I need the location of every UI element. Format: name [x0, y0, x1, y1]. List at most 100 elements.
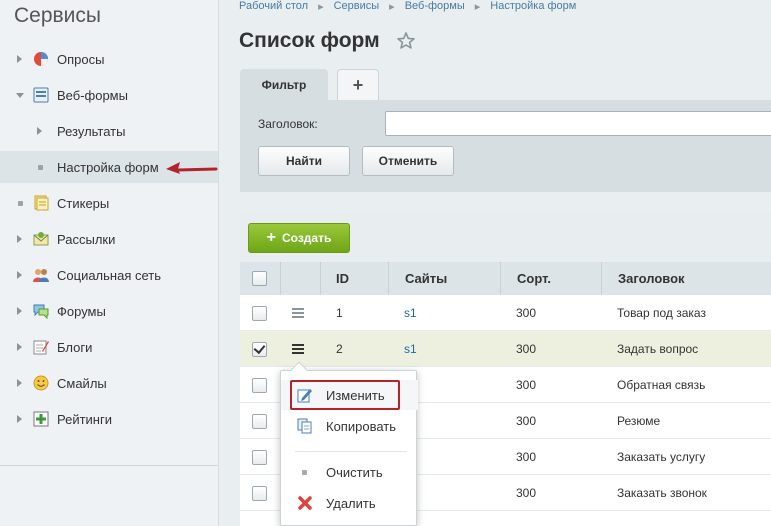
- filter-title-input[interactable]: [385, 111, 771, 136]
- cell-title: Резюме: [617, 414, 661, 428]
- cell-site[interactable]: s1: [404, 331, 417, 367]
- chevron-right-icon[interactable]: [17, 415, 22, 423]
- breadcrumb-separator-icon: ▸: [318, 1, 324, 13]
- sidebar-item-forums[interactable]: Форумы: [0, 295, 218, 327]
- header-title[interactable]: Заголовок: [601, 262, 771, 295]
- cell-title: Заказать звонок: [617, 486, 707, 500]
- breadcrumb-separator-icon: ▸: [389, 1, 395, 13]
- sidebar-item-mailings[interactable]: Рассылки: [0, 223, 218, 255]
- find-button[interactable]: Найти: [258, 146, 350, 176]
- cell-sort: 300: [516, 306, 537, 320]
- sidebar-item-results[interactable]: Результаты: [0, 115, 218, 147]
- chevron-right-icon[interactable]: [17, 235, 22, 243]
- chevron-right-icon[interactable]: [17, 55, 22, 63]
- add-filter-tab-button[interactable]: +: [337, 69, 379, 101]
- page-title: Список форм: [239, 29, 380, 52]
- cell-site[interactable]: s1: [404, 295, 417, 331]
- sidebar-divider: [0, 465, 218, 466]
- cell-sort: 300: [516, 486, 537, 500]
- list-toolbar: + Создать: [240, 214, 771, 262]
- row-checkbox[interactable]: [252, 378, 267, 393]
- sidebar-title: Сервисы: [14, 4, 102, 27]
- breadcrumb: Рабочий стол ▸ Сервисы ▸ Веб-формы ▸ Нас…: [239, 0, 576, 13]
- menu-item-delete[interactable]: Удалить: [281, 488, 418, 518]
- menu-item-clear[interactable]: Очистить: [281, 457, 418, 487]
- chevron-right-icon[interactable]: [17, 379, 22, 387]
- row-checkbox[interactable]: [252, 342, 267, 357]
- sidebar-item-label: Настройка форм: [57, 159, 159, 175]
- delete-icon: [298, 496, 312, 510]
- row-checkbox[interactable]: [252, 414, 267, 429]
- header-actions: [280, 262, 320, 295]
- sidebar-item-label: Результаты: [57, 123, 126, 139]
- breadcrumb-item[interactable]: Рабочий стол: [239, 0, 308, 13]
- create-button[interactable]: + Создать: [248, 223, 350, 253]
- tab-filter[interactable]: Фильтр: [240, 69, 328, 101]
- social-icon: [33, 269, 49, 282]
- create-button-label: Создать: [281, 231, 332, 245]
- row-checkbox[interactable]: [252, 486, 267, 501]
- sidebar-item-label: Стикеры: [57, 195, 110, 211]
- sidebar-item-label: Блоги: [57, 339, 93, 355]
- smile-icon: [33, 375, 49, 391]
- sidebar-item-polls[interactable]: Опросы: [0, 43, 218, 75]
- breadcrumb-item[interactable]: Веб-формы: [405, 0, 465, 13]
- table-row[interactable]: 1 s1 300 Товар под заказ: [240, 295, 771, 331]
- breadcrumb-item[interactable]: Настройка форм: [490, 0, 576, 13]
- cell-sort: 300: [516, 414, 537, 428]
- blog-icon: [33, 340, 49, 355]
- filter-panel: Заголовок: Найти Отменить: [240, 100, 771, 192]
- cell-sort: 300: [516, 342, 537, 356]
- row-checkbox[interactable]: [252, 306, 267, 321]
- sidebar-item-smiles[interactable]: Смайлы: [0, 367, 218, 399]
- menu-item-label: Удалить: [326, 495, 376, 511]
- sidebar-item-webforms[interactable]: Веб-формы: [0, 79, 218, 111]
- row-context-menu: Изменить Копировать Очистить Удалить: [280, 361, 418, 526]
- breadcrumb-separator-icon: ▸: [474, 1, 481, 13]
- sidebar-item-stickers[interactable]: Стикеры: [0, 187, 218, 219]
- header-sort[interactable]: Сорт.: [500, 262, 601, 295]
- sidebar: Сервисы Опросы Веб-формы Результаты Наст…: [0, 0, 219, 526]
- forum-icon: [33, 304, 49, 319]
- bullet-icon: [18, 201, 23, 206]
- sidebar-item-label: Смайлы: [57, 375, 107, 391]
- mailing-icon: [33, 232, 49, 246]
- row-menu-icon[interactable]: [292, 308, 304, 318]
- header-sites[interactable]: Сайты: [388, 262, 500, 295]
- bullet-icon: [38, 165, 43, 170]
- sidebar-item-label: Веб-формы: [57, 87, 128, 103]
- cell-title: Заказать услугу: [617, 450, 706, 464]
- cell-title: Обратная связь: [617, 378, 706, 392]
- copy-icon: [297, 418, 312, 434]
- breadcrumb-item[interactable]: Сервисы: [334, 0, 380, 13]
- header-id[interactable]: ID: [320, 262, 388, 295]
- table-row[interactable]: 2 s1 300 Задать вопрос: [240, 331, 771, 367]
- sidebar-item-label: Форумы: [57, 303, 106, 319]
- cell-id: 2: [336, 342, 343, 356]
- sidebar-item-label: Рейтинги: [57, 411, 112, 427]
- sidebar-item-blogs[interactable]: Блоги: [0, 331, 218, 363]
- chevron-down-icon[interactable]: [16, 93, 24, 98]
- chevron-right-icon[interactable]: [17, 307, 22, 315]
- cancel-button[interactable]: Отменить: [362, 146, 454, 176]
- sidebar-item-ratings[interactable]: Рейтинги: [0, 403, 218, 435]
- row-menu-icon[interactable]: [292, 344, 304, 354]
- row-checkbox[interactable]: [252, 450, 267, 465]
- chevron-right-icon[interactable]: [17, 343, 22, 351]
- chevron-right-icon[interactable]: [17, 271, 22, 279]
- poll-icon: [34, 52, 48, 66]
- filter-title-label: Заголовок:: [258, 117, 318, 131]
- plus-icon: +: [266, 229, 276, 246]
- menu-item-label: Очистить: [326, 464, 383, 480]
- cell-sort: 300: [516, 378, 537, 392]
- red-arrow-icon: [166, 162, 218, 174]
- menu-item-label: Копировать: [326, 418, 396, 434]
- star-icon[interactable]: [396, 31, 416, 51]
- select-all-checkbox[interactable]: [252, 271, 267, 286]
- chevron-right-icon[interactable]: [37, 127, 42, 135]
- edit-highlight-frame: [290, 380, 400, 410]
- header-select-all: [240, 262, 280, 295]
- sidebar-item-social[interactable]: Социальная сеть: [0, 259, 218, 291]
- menu-item-copy[interactable]: Копировать: [281, 411, 418, 441]
- sidebar-item-label: Рассылки: [57, 231, 116, 247]
